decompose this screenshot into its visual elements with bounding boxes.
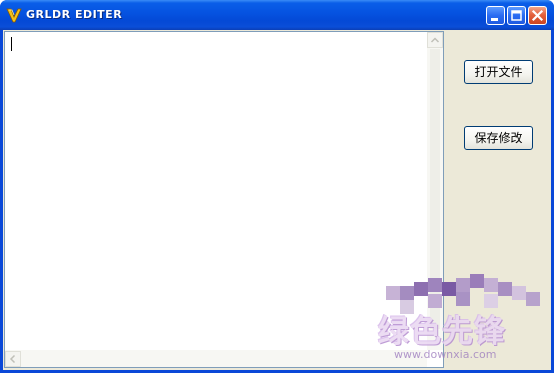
watermark-pixel	[456, 292, 470, 306]
watermark-pixel	[386, 286, 400, 300]
maximize-button[interactable]	[507, 6, 526, 25]
title-bar[interactable]: GRLDR EDITER	[0, 0, 554, 30]
watermark-pixel	[512, 286, 526, 300]
watermark-pixel	[456, 278, 470, 292]
app-window: GRLDR EDITER 打开文件 保存修改 绿色先锋 www.downxia.…	[0, 0, 554, 373]
watermark-pixel	[400, 286, 414, 300]
watermark-pixel	[442, 282, 456, 296]
text-caret	[11, 37, 12, 51]
scroll-up-button[interactable]	[427, 32, 443, 48]
watermark-pixel	[498, 282, 512, 296]
scroll-left-button[interactable]	[5, 351, 21, 367]
watermark-pixel	[484, 278, 498, 292]
close-button[interactable]	[528, 6, 547, 25]
watermark-pixel	[414, 282, 428, 296]
watermark-url: www.downxia.com	[394, 348, 497, 361]
save-changes-button[interactable]: 保存修改	[464, 126, 533, 150]
watermark-text: 绿色先锋	[378, 314, 506, 350]
window-title: GRLDR EDITER	[26, 8, 123, 21]
watermark-pixel	[470, 274, 484, 288]
watermark-logo: 绿色先锋 www.downxia.com	[372, 264, 552, 368]
open-file-button[interactable]: 打开文件	[464, 60, 533, 84]
watermark-pixel	[526, 292, 540, 306]
app-v-icon	[6, 7, 22, 23]
horizontal-scrollbar[interactable]	[5, 350, 427, 367]
minimize-button[interactable]	[486, 6, 505, 25]
watermark-pixel	[428, 278, 442, 292]
